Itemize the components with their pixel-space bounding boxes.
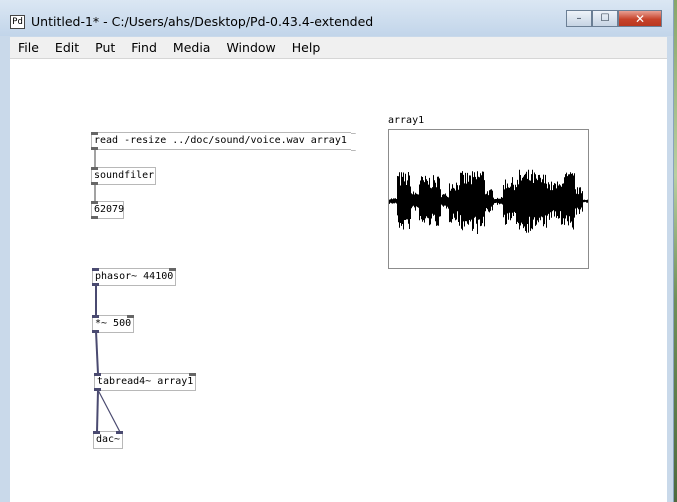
object-text: phasor~ 44100 xyxy=(95,271,174,282)
object-soundfiler[interactable]: soundfiler xyxy=(91,167,156,185)
object-text: *~ 500 xyxy=(95,318,132,329)
signal-outlet[interactable] xyxy=(92,330,99,333)
pd-app-icon[interactable]: Pd xyxy=(10,15,25,29)
window-controls: – ☐ ✕ xyxy=(566,10,662,28)
message-read-resize[interactable]: read -resize ../doc/sound/voice.wav arra… xyxy=(91,132,351,150)
menu-bar: File Edit Put Find Media Window Help xyxy=(10,37,667,59)
cord-tabread-to-dac-left xyxy=(96,389,99,433)
signal-inlet-right[interactable] xyxy=(116,431,123,434)
menu-window[interactable]: Window xyxy=(218,38,283,58)
cord-mult-to-tabread xyxy=(95,330,99,375)
window-title: Untitled-1* - C:/Users/ahs/Desktop/Pd-0.… xyxy=(31,14,374,29)
signal-inlet[interactable] xyxy=(92,268,99,271)
signal-inlet-left[interactable] xyxy=(93,431,100,434)
object-tabread4[interactable]: tabread4~ array1 xyxy=(94,373,196,391)
signal-outlet[interactable] xyxy=(92,283,99,286)
menu-help[interactable]: Help xyxy=(284,38,329,58)
menu-file[interactable]: File xyxy=(10,38,47,58)
inlet[interactable] xyxy=(127,315,134,318)
array-name-label: array1 xyxy=(388,115,425,126)
object-phasor[interactable]: phasor~ 44100 xyxy=(92,268,176,286)
patch-canvas[interactable]: read -resize ../doc/sound/voice.wav arra… xyxy=(10,59,667,502)
minimize-button[interactable]: – xyxy=(566,10,592,27)
signal-inlet[interactable] xyxy=(92,315,99,318)
message-text: read -resize ../doc/sound/voice.wav arra… xyxy=(94,135,347,146)
inlet[interactable] xyxy=(189,373,196,376)
array-graph[interactable] xyxy=(388,129,589,269)
object-text: tabread4~ array1 xyxy=(97,376,194,387)
pd-patch-window: Pd Untitled-1* - C:/Users/ahs/Desktop/Pd… xyxy=(0,0,674,502)
object-text: soundfiler xyxy=(94,170,155,181)
title-bar[interactable]: Pd Untitled-1* - C:/Users/ahs/Desktop/Pd… xyxy=(0,0,673,36)
waveform-samples xyxy=(389,169,588,234)
inlet[interactable] xyxy=(91,167,98,170)
inlet[interactable] xyxy=(91,201,98,204)
inlet[interactable] xyxy=(169,268,176,271)
array-waveform xyxy=(389,169,588,234)
outlet[interactable] xyxy=(91,182,98,185)
close-button[interactable]: ✕ xyxy=(618,10,662,27)
menu-put[interactable]: Put xyxy=(87,38,123,58)
menu-media[interactable]: Media xyxy=(165,38,219,58)
maximize-button[interactable]: ☐ xyxy=(592,10,618,27)
outlet[interactable] xyxy=(91,147,98,150)
signal-outlet[interactable] xyxy=(94,388,101,391)
menu-edit[interactable]: Edit xyxy=(47,38,87,58)
inlet[interactable] xyxy=(91,132,98,135)
outlet[interactable] xyxy=(91,216,98,219)
object-text: dac~ xyxy=(96,434,121,445)
signal-inlet[interactable] xyxy=(94,373,101,376)
atom-value: 62079 xyxy=(94,204,125,215)
menu-find[interactable]: Find xyxy=(123,38,165,58)
cord-tabread-to-dac-right xyxy=(97,389,121,433)
